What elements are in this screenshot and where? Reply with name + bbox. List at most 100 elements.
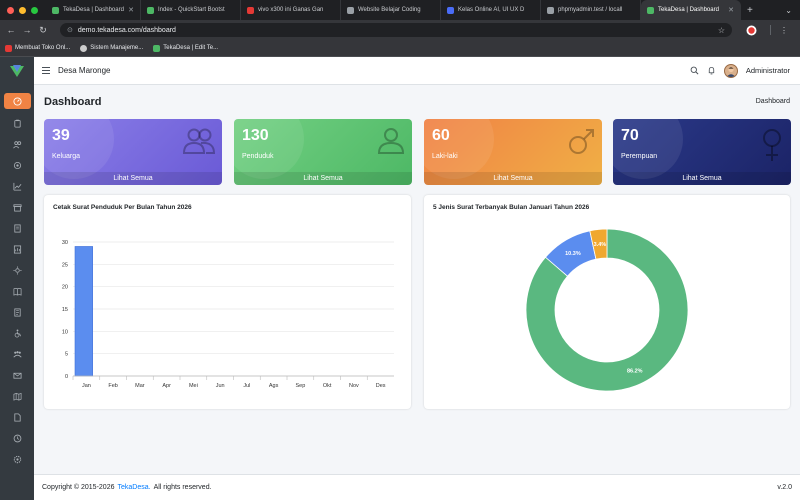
browser-tab[interactable]: phpmyadmin.test / locall <box>541 0 641 20</box>
browser-tab[interactable]: Kelas Online AI, UI UX D <box>441 0 541 20</box>
sidebar-item-mail[interactable] <box>0 367 34 383</box>
browser-tab[interactable]: vivo x300 ini Ganas Gan <box>241 0 341 20</box>
x-tick-label: Okt <box>323 383 332 389</box>
bar-chart: 0 5 10 15 20 25 30 Jan Feb Mar Apr Mei Jun Jul Ags Sep O… <box>62 240 394 389</box>
sidebar <box>0 57 34 500</box>
tab-title: Kelas Online AI, UI UX D <box>458 7 525 13</box>
new-tab-icon[interactable]: + <box>741 5 759 16</box>
x-tick-label: Feb <box>108 383 117 389</box>
tab-favicon <box>247 6 254 14</box>
browser-tab-active[interactable]: TekaDesa | Dashboard ✕ <box>641 0 741 20</box>
bookmark-label: Membuat Toko Onl... <box>15 45 71 51</box>
people-icon <box>12 350 22 357</box>
card-link[interactable]: Lihat Semua <box>234 172 412 185</box>
donut-chart: 86.2% 10.3% 3.4% <box>525 228 689 392</box>
sidebar-item-docs[interactable] <box>0 409 34 425</box>
bookmark-item[interactable]: TekaDesa | Edit Te... <box>153 44 219 52</box>
sidebar-item-stats[interactable] <box>0 178 34 194</box>
reload-icon[interactable]: ↻ <box>35 25 51 36</box>
history-icon <box>13 434 21 442</box>
sidebar-item-book[interactable] <box>0 283 34 299</box>
profile-icon[interactable] <box>746 23 757 37</box>
x-tick-label: Des <box>376 383 386 389</box>
forward-icon[interactable]: → <box>19 25 35 35</box>
bookmark-favicon <box>80 44 88 52</box>
user-name[interactable]: Administrator <box>746 66 790 75</box>
stat-card-laki-laki: 60 Laki-laki Lihat Semua <box>424 119 602 185</box>
slice-label: 3.4% <box>594 242 607 248</box>
close-tab-icon[interactable]: ✕ <box>128 6 134 14</box>
footer-brand-link[interactable]: TekaDesa. <box>117 484 150 491</box>
sidebar-item-system[interactable] <box>0 451 34 467</box>
bookmark-item[interactable]: Membuat Toko Onl... <box>5 44 71 52</box>
back-icon[interactable]: ← <box>3 25 19 35</box>
bookmark-label: TekaDesa | Edit Te... <box>163 45 219 51</box>
bookmark-item[interactable]: Sistem Manajeme... <box>80 44 143 52</box>
sidebar-item-community[interactable] <box>0 346 34 362</box>
y-tick-label: 0 <box>65 374 68 380</box>
sidebar-item-users[interactable] <box>0 136 34 152</box>
file-icon <box>13 412 21 422</box>
archive-icon <box>12 203 22 212</box>
close-tab-icon[interactable]: ✕ <box>728 6 734 14</box>
address-bar[interactable]: ⊙ demo.tekadesa.com/dashboard ☆ <box>60 23 732 37</box>
browser-tab[interactable]: Website Belajar Coding <box>341 0 441 20</box>
female-icon <box>759 127 785 168</box>
browser-tab[interactable]: TekaDesa | Dashboard ✕ <box>46 0 141 20</box>
sidebar-item-settings[interactable] <box>0 157 34 173</box>
maximize-window-button[interactable] <box>31 6 38 14</box>
menu-kebab-icon[interactable]: ⋮ <box>780 23 788 37</box>
sidebar-item-archive[interactable] <box>0 199 34 215</box>
card-label: Keluarga <box>52 153 81 160</box>
avatar[interactable] <box>723 63 738 78</box>
card-value: 60 <box>432 127 450 144</box>
sidebar-item-history[interactable] <box>0 430 34 446</box>
card-link[interactable]: Lihat Semua <box>424 172 602 185</box>
donut-chart-panel: 5 Jenis Surat Terbanyak Bulan Januari Ta… <box>424 195 790 409</box>
sidebar-item-letters[interactable] <box>0 304 34 320</box>
window-controls <box>0 6 46 14</box>
minimize-window-button[interactable] <box>19 6 26 14</box>
tab-title: Index - QuickStart Bootst <box>158 7 225 13</box>
close-window-button[interactable] <box>7 6 14 14</box>
menu-toggle-icon[interactable] <box>34 67 58 74</box>
browser-tab[interactable]: Index - QuickStart Bootst <box>141 0 241 20</box>
card-value: 130 <box>242 127 269 144</box>
card-link[interactable]: Lihat Semua <box>44 172 222 185</box>
sidebar-item-clipboard[interactable] <box>0 115 34 131</box>
stat-card-penduduk: 130 Penduduk Lihat Semua <box>234 119 412 185</box>
breadcrumb[interactable]: Dashboard <box>756 98 790 105</box>
card-value: 39 <box>52 127 70 144</box>
x-tick-label: Jan <box>82 383 91 389</box>
sidebar-item-map[interactable] <box>0 388 34 404</box>
browser-tab-bar: TekaDesa | Dashboard ✕ Index - QuickStart… <box>0 0 800 20</box>
site-name: Desa Maronge <box>58 66 111 75</box>
users-icon <box>182 127 216 160</box>
sidebar-item-files[interactable] <box>0 220 34 236</box>
sidebar-item-dashboard[interactable] <box>4 93 31 109</box>
x-tick-label: Jun <box>216 383 225 389</box>
card-label: Laki-laki <box>432 153 458 160</box>
book-icon <box>13 287 21 296</box>
card-link[interactable]: Lihat Semua <box>613 172 791 185</box>
card-value: 70 <box>621 127 639 144</box>
tab-search-icon[interactable]: ⌄ <box>785 6 800 15</box>
sidebar-item-config[interactable] <box>0 262 34 278</box>
y-tick-label: 5 <box>65 352 68 358</box>
version-text: v.2.0 <box>777 484 792 491</box>
tab-title: phpmyadmin.test / locall <box>558 7 623 13</box>
tekadesa-logo[interactable] <box>0 57 34 85</box>
x-tick-label: Mei <box>189 383 198 389</box>
bar-jan[interactable] <box>74 246 93 377</box>
bell-icon[interactable] <box>707 62 716 80</box>
bookmark-star-icon[interactable]: ☆ <box>718 26 725 35</box>
y-tick-label: 30 <box>62 240 68 246</box>
clipboard-icon <box>13 119 21 128</box>
search-icon[interactable] <box>690 62 699 80</box>
x-tick-label: Sep <box>295 383 305 389</box>
bar-chart-panel: Cetak Surat Penduduk Per Bulan Tahun 202… <box>44 195 411 409</box>
sidebar-item-accessibility[interactable] <box>0 325 34 341</box>
rights-text: All rights reserved. <box>153 484 212 491</box>
site-info-icon[interactable]: ⊙ <box>67 26 73 34</box>
sidebar-item-report[interactable] <box>0 241 34 257</box>
